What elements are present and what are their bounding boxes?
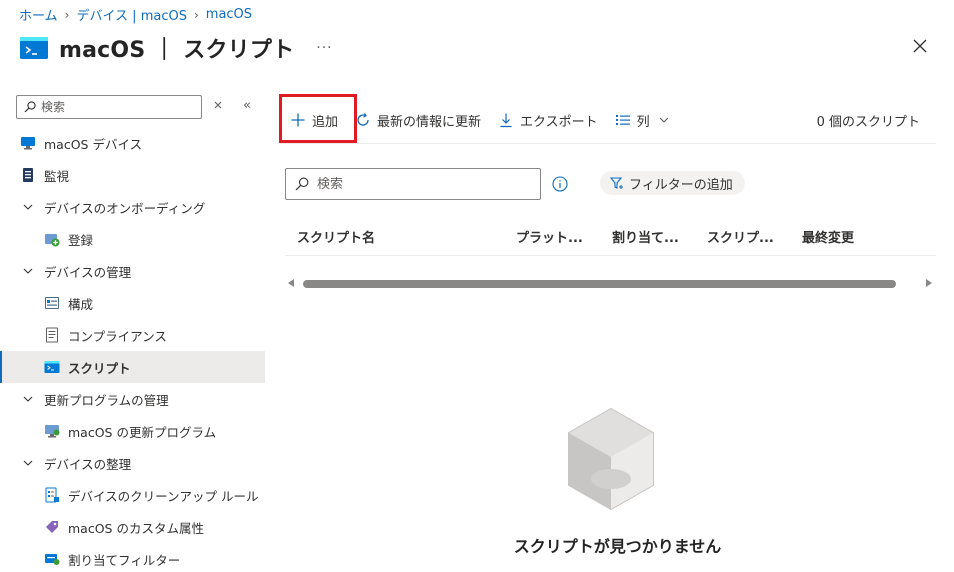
sidebar-group-label: デバイスの整理 [44, 456, 132, 472]
close-icon[interactable] [912, 38, 928, 54]
sidebar-item-label: macOS デバイス [44, 136, 143, 152]
script-icon [44, 361, 60, 373]
column-header-platform[interactable]: プラット... [516, 227, 583, 246]
empty-state-message: スクリプトが見つかりません [513, 537, 722, 556]
refresh-button-label: 最新の情報に更新 [377, 114, 482, 130]
enrollment-icon [45, 234, 60, 247]
chevron-down-icon [23, 204, 33, 210]
breadcrumb: ホーム › デバイス | macOS › macOS [19, 5, 252, 24]
title-row: macOS ｜ スクリプト ··· [20, 30, 333, 66]
add-filter-label: フィルターの追加 [629, 177, 733, 193]
assignment-filter-icon [45, 554, 60, 565]
horizontal-scrollbar[interactable] [285, 276, 936, 292]
monitor-list-icon [23, 168, 33, 182]
sidebar-item-compliance[interactable]: コンプライアンス [0, 319, 265, 351]
sidebar-group-update-management[interactable]: 更新プログラムの管理 [0, 383, 265, 415]
refresh-button[interactable]: 最新の情報に更新 [355, 111, 481, 130]
monitor-icon [21, 137, 35, 150]
export-button[interactable]: エクスポート [498, 111, 598, 130]
chevron-down-icon [23, 396, 33, 402]
breadcrumb-home[interactable]: ホーム [19, 5, 58, 24]
filter-add-icon [610, 177, 623, 189]
chevron-right-icon: › [193, 7, 199, 22]
script-icon [20, 37, 48, 59]
sidebar-item-label: コンプライアンス [68, 328, 167, 344]
more-options-button[interactable]: ··· [316, 40, 332, 56]
columns-list-icon [615, 115, 630, 125]
sidebar-item-scripts[interactable]: スクリプト [0, 351, 265, 383]
chevron-down-icon [659, 117, 669, 123]
update-monitor-icon [45, 425, 60, 438]
sidebar-group-label: 更新プログラムの管理 [44, 392, 169, 408]
breadcrumb-devices-macos[interactable]: デバイス | macOS [76, 5, 187, 24]
sidebar-nav: macOS デバイス 監視 デバイスのオンボーディング 登録 デバイスの管理 構… [0, 127, 265, 572]
toolbar-divider [279, 143, 936, 144]
sidebar-search[interactable] [16, 95, 202, 119]
scrollbar-thumb[interactable] [303, 280, 896, 288]
sidebar-group-organize-devices[interactable]: デバイスの整理 [0, 447, 265, 479]
page-title: macOS ｜ スクリプト [59, 38, 295, 63]
info-icon[interactable] [552, 176, 568, 192]
configuration-icon [45, 297, 59, 309]
columns-button[interactable]: 列 [615, 111, 676, 130]
plus-icon [291, 113, 305, 127]
script-search[interactable] [285, 168, 541, 200]
sidebar-group-label: デバイスのオンボーディング [44, 200, 206, 216]
breadcrumb-macos[interactable]: macOS [206, 7, 252, 22]
sidebar-item-label: 登録 [68, 232, 94, 248]
sidebar-item-macos-devices[interactable]: macOS デバイス [0, 127, 265, 159]
sidebar-item-monitor[interactable]: 監視 [0, 159, 265, 191]
compliance-icon [46, 327, 58, 343]
column-header-last-modified[interactable]: 最終変更 [802, 227, 854, 246]
sidebar-item-label: macOS の更新プログラム [68, 424, 217, 440]
column-header-assigned[interactable]: 割り当て... [612, 227, 679, 246]
column-header-script-name[interactable]: スクリプト名 [297, 227, 375, 246]
sidebar-item-label: 構成 [68, 296, 94, 312]
search-icon [24, 101, 36, 113]
sidebar-group-device-onboarding[interactable]: デバイスのオンボーディング [0, 191, 265, 223]
export-button-label: エクスポート [520, 114, 598, 130]
command-bar: 追加 最新の情報に更新 エクスポート 列 [290, 105, 693, 135]
add-button[interactable]: 追加 [290, 111, 338, 130]
sidebar-item-enrollment[interactable]: 登録 [0, 223, 265, 255]
add-button-label: 追加 [312, 114, 339, 130]
clear-search-icon[interactable] [212, 99, 224, 111]
sidebar-group-label: デバイスの管理 [44, 264, 132, 280]
add-filter-button[interactable]: フィルターの追加 [600, 171, 745, 195]
sidebar-item-configuration[interactable]: 構成 [0, 287, 265, 319]
empty-box-icon [568, 407, 654, 511]
chevron-right-icon: › [64, 7, 70, 22]
tag-icon [46, 521, 58, 533]
sidebar-item-label: デバイスのクリーンアップ ルール [68, 488, 259, 504]
table-header: スクリプト名 プラット... 割り当て... スクリプ... 最終変更 [285, 219, 936, 256]
cleanup-rules-icon [45, 487, 59, 503]
sidebar-item-cleanup-rules[interactable]: デバイスのクリーンアップ ルール [0, 479, 265, 511]
chevron-down-icon [23, 268, 33, 274]
sidebar-item-macos-updates[interactable]: macOS の更新プログラム [0, 415, 265, 447]
sidebar-item-label: スクリプト [68, 360, 131, 376]
sidebar-search-input[interactable] [41, 100, 191, 114]
sidebar-item-assignment-filters[interactable]: 割り当てフィルター [0, 543, 265, 572]
chevron-down-icon [23, 460, 33, 466]
collapse-sidebar-button[interactable]: « [243, 98, 251, 113]
sidebar-group-manage-devices[interactable]: デバイスの管理 [0, 255, 265, 287]
refresh-icon [357, 113, 369, 126]
search-icon [295, 177, 309, 191]
column-header-script-type[interactable]: スクリプ... [707, 227, 774, 246]
sidebar-item-label: 監視 [44, 168, 70, 184]
scroll-left-icon[interactable] [288, 279, 294, 287]
sidebar-item-label: 割り当てフィルター [68, 552, 181, 568]
script-search-input[interactable] [317, 176, 517, 192]
script-count: 0 個のスクリプト [816, 115, 920, 130]
sidebar-item-custom-attributes[interactable]: macOS のカスタム属性 [0, 511, 265, 543]
sidebar-item-label: macOS のカスタム属性 [68, 520, 204, 536]
download-icon [500, 113, 512, 128]
columns-button-label: 列 [636, 114, 650, 130]
scroll-right-icon[interactable] [926, 279, 932, 287]
